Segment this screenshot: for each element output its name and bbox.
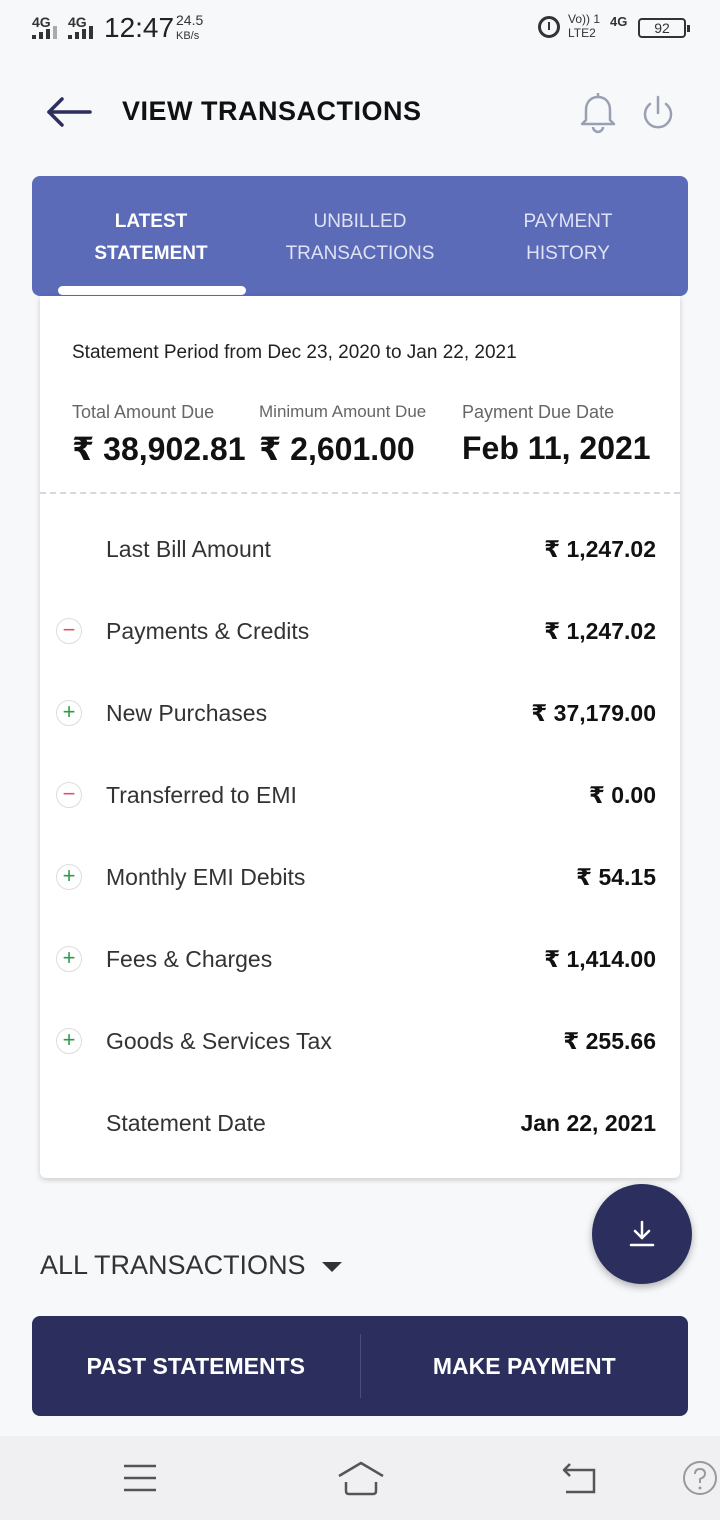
statement-row: + Monthly EMI Debits ₹ 54.15 (40, 852, 680, 902)
make-payment-button[interactable]: MAKE PAYMENT (361, 1316, 689, 1416)
home-icon[interactable] (336, 1460, 386, 1501)
action-bar: PAST STATEMENTS MAKE PAYMENT (32, 1316, 688, 1416)
statement-row: − Payments & Credits ₹ 1,247.02 (40, 606, 680, 656)
statement-tabs: LATEST STATEMENT UNBILLED TRANSACTIONS P… (32, 176, 688, 296)
tab-label-line1: UNBILLED (313, 211, 407, 232)
plus-icon: + (56, 864, 82, 890)
tab-latest-statement[interactable]: LATEST STATEMENT (46, 206, 256, 270)
tab-label-line1: LATEST (114, 211, 188, 232)
tab-label-line2: STATEMENT (94, 243, 208, 264)
download-button[interactable] (592, 1184, 692, 1284)
row-label: Monthly EMI Debits (106, 864, 306, 890)
app-header: VIEW TRANSACTIONS (0, 70, 720, 154)
statement-row: Last Bill Amount ₹ 1,247.02 (40, 524, 680, 574)
past-statements-button[interactable]: PAST STATEMENTS (32, 1316, 360, 1416)
plus-icon: + (56, 700, 82, 726)
sim1-signal-icon (32, 26, 57, 39)
volte-indicator: Vo)) 1 LTE2 (568, 12, 600, 40)
minus-icon: − (56, 782, 82, 808)
tab-label-line2: HISTORY (526, 243, 610, 264)
min-due-label: Minimum Amount Due (259, 402, 427, 421)
volte-line1: Vo)) 1 (568, 12, 601, 26)
back-nav-icon[interactable] (560, 1462, 598, 1501)
sim2-signal-icon (68, 26, 93, 39)
tab-payment-history[interactable]: PAYMENT HISTORY (463, 206, 673, 270)
row-amount: ₹ 0.00 (588, 782, 656, 808)
alarm-icon (538, 16, 560, 38)
speed-value: 24.5 (176, 12, 204, 28)
due-date-label: Payment Due Date (462, 402, 615, 422)
transactions-filter-dropdown[interactable]: ALL TRANSACTIONS (40, 1250, 306, 1281)
back-arrow-icon[interactable] (44, 92, 94, 132)
statement-row: − Transferred to EMI ₹ 0.00 (40, 770, 680, 820)
row-label: Fees & Charges (106, 946, 273, 972)
min-due-value: ₹ 2,601.00 (259, 431, 415, 467)
speed-unit: KB/s (176, 30, 200, 42)
row-amount: Jan 22, 2021 (520, 1110, 656, 1136)
tab-label-line1: PAYMENT (523, 211, 613, 232)
bell-icon[interactable] (578, 92, 618, 134)
volte-line2: LTE2 (568, 26, 596, 40)
statement-row: + Goods & Services Tax ₹ 255.66 (40, 1016, 680, 1066)
active-tab-indicator (58, 286, 246, 295)
row-label: New Purchases (106, 700, 268, 726)
battery-icon: 92 (638, 18, 690, 38)
tab-unbilled-transactions[interactable]: UNBILLED TRANSACTIONS (255, 206, 465, 270)
minus-icon: − (56, 618, 82, 644)
tab-label-line2: TRANSACTIONS (285, 243, 435, 264)
total-due-label: Total Amount Due (72, 402, 215, 422)
clock: 12:47 (104, 12, 175, 43)
download-icon (629, 1220, 655, 1247)
system-nav-bar (0, 1436, 720, 1520)
status-bar: 4G 4G 12:47 24.5 KB/s Vo)) 1 LTE2 4G 92 (0, 0, 720, 56)
row-label: Goods & Services Tax (106, 1028, 332, 1054)
total-due-value: ₹ 38,902.81 (72, 431, 246, 467)
page-title: VIEW TRANSACTIONS (122, 96, 422, 126)
statement-period: Statement Period from Dec 23, 2020 to Ja… (72, 342, 517, 363)
divider (40, 492, 680, 494)
network-speed: 24.5 KB/s (176, 12, 203, 44)
battery-level: 92 (654, 20, 670, 36)
row-amount: ₹ 54.15 (576, 864, 656, 890)
row-label: Last Bill Amount (106, 536, 271, 562)
row-amount: ₹ 255.66 (563, 1028, 656, 1054)
statement-row: Statement Date Jan 22, 2021 (40, 1098, 680, 1148)
row-amount: ₹ 1,414.00 (544, 946, 656, 972)
plus-icon: + (56, 946, 82, 972)
row-amount: ₹ 37,179.00 (531, 700, 656, 726)
plus-icon: + (56, 1028, 82, 1054)
row-label: Statement Date (106, 1110, 266, 1136)
row-label: Transferred to EMI (106, 782, 297, 808)
network-type: 4G (610, 14, 628, 29)
statement-card: Statement Period from Dec 23, 2020 to Ja… (40, 296, 680, 1178)
statement-row: + Fees & Charges ₹ 1,414.00 (40, 934, 680, 984)
caret-down-icon[interactable] (322, 1262, 342, 1272)
row-amount: ₹ 1,247.02 (544, 536, 656, 562)
row-label: Payments & Credits (106, 618, 310, 644)
row-amount: ₹ 1,247.02 (544, 618, 656, 644)
help-icon[interactable] (682, 1460, 718, 1501)
due-date-value: Feb 11, 2021 (462, 430, 651, 466)
power-icon[interactable] (638, 92, 678, 134)
menu-icon[interactable] (122, 1462, 158, 1499)
statement-row: + New Purchases ₹ 37,179.00 (40, 688, 680, 738)
